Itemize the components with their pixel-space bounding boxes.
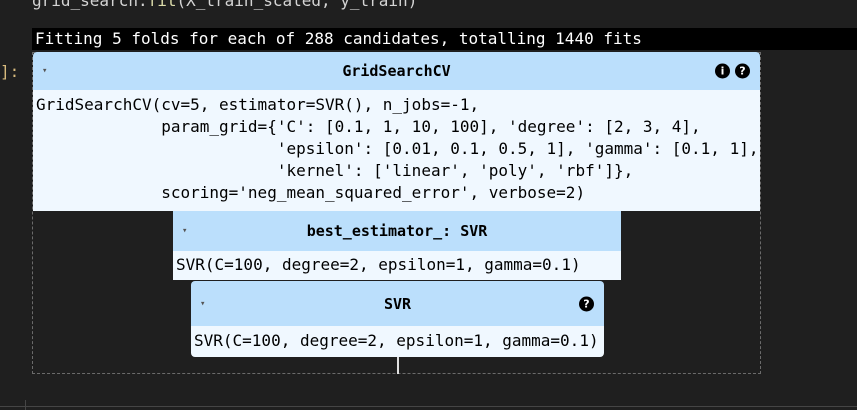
code-object: grid_search. bbox=[32, 0, 148, 10]
repr-line: scoring='neg_mean_squared_error', verbos… bbox=[36, 183, 586, 202]
help-icon[interactable]: ? bbox=[735, 63, 750, 79]
best-estimator-title: best_estimator_: SVR bbox=[306, 222, 488, 240]
chevron-down-icon: ▾ bbox=[42, 66, 48, 76]
svr-title: SVR bbox=[383, 294, 412, 313]
best-estimator-toggle[interactable]: ▾ best_estimator_: SVR bbox=[173, 211, 621, 251]
cell-divider bbox=[0, 406, 857, 407]
stdout-output: Fitting 5 folds for each of 288 candidat… bbox=[32, 28, 857, 50]
gridsearchcv-repr: GridSearchCV(cv=5, estimator=SVR(), n_jo… bbox=[33, 90, 760, 211]
svr-toggle[interactable]: ▾ SVR ? bbox=[191, 281, 604, 326]
code-line[interactable]: grid_search.fit(X_train_scaled, y_train) bbox=[32, 0, 417, 10]
repr-line: param_grid={'C': [0.1, 1, 10, 100], 'deg… bbox=[36, 117, 701, 136]
chevron-down-icon: ▾ bbox=[200, 298, 206, 309]
code-method: fit bbox=[147, 0, 177, 10]
repr-line: 'epsilon': [0.01, 0.1, 0.5, 1], 'gamma':… bbox=[36, 139, 759, 158]
best-estimator-repr: SVR(C=100, degree=2, epsilon=1, gamma=0.… bbox=[173, 251, 621, 280]
gridsearchcv-title: GridSearchCV bbox=[342, 62, 451, 80]
repr-line: GridSearchCV(cv=5, estimator=SVR(), n_jo… bbox=[36, 95, 480, 114]
code-args: (X_train_scaled, y_train) bbox=[176, 0, 418, 10]
cell-divider-edge bbox=[25, 400, 26, 410]
repr-line: 'kernel': ['linear', 'poly', 'rbf']}, bbox=[36, 161, 634, 180]
gridsearchcv-toggle[interactable]: ▾ GridSearchCV i ? bbox=[33, 52, 760, 90]
cell-execution-prompt: ]: bbox=[0, 62, 20, 81]
svr-repr: SVR(C=100, degree=2, epsilon=1, gamma=0.… bbox=[191, 326, 604, 357]
info-icon[interactable]: i bbox=[715, 63, 730, 79]
chevron-down-icon: ▾ bbox=[182, 226, 188, 236]
diagram-connector-line bbox=[397, 357, 399, 374]
help-icon[interactable]: ? bbox=[579, 296, 594, 311]
